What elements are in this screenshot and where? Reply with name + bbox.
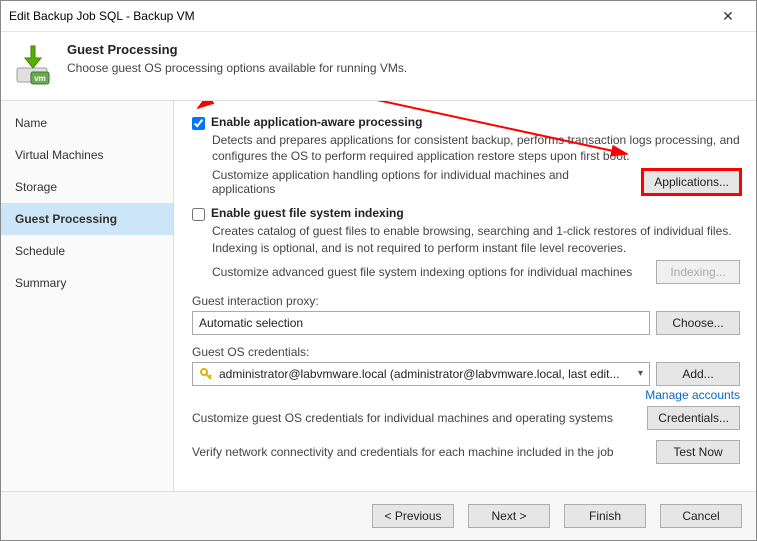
key-icon bbox=[199, 367, 213, 381]
dialog-window: Edit Backup Job SQL - Backup VM ✕ vm Gue… bbox=[0, 0, 757, 541]
sidebar-item-storage[interactable]: Storage bbox=[1, 171, 173, 203]
add-credentials-button[interactable]: Add... bbox=[656, 362, 740, 386]
sidebar-item-guest-processing[interactable]: Guest Processing bbox=[1, 203, 173, 235]
sidebar-item-summary[interactable]: Summary bbox=[1, 267, 173, 299]
proxy-field[interactable]: Automatic selection bbox=[192, 311, 650, 335]
verify-label: Verify network connectivity and credenti… bbox=[192, 445, 650, 459]
test-now-button[interactable]: Test Now bbox=[656, 440, 740, 464]
credentials-section: Guest OS credentials: administrator@labv… bbox=[192, 345, 740, 402]
sidebar-item-schedule[interactable]: Schedule bbox=[1, 235, 173, 267]
choose-proxy-button[interactable]: Choose... bbox=[656, 311, 740, 335]
page-title: Guest Processing bbox=[67, 42, 407, 57]
credentials-button[interactable]: Credentials... bbox=[647, 406, 740, 430]
wizard-header: vm Guest Processing Choose guest OS proc… bbox=[1, 32, 756, 100]
proxy-section: Guest interaction proxy: Automatic selec… bbox=[192, 294, 740, 335]
cancel-button[interactable]: Cancel bbox=[660, 504, 742, 528]
indexing-customize-label: Customize advanced guest file system ind… bbox=[212, 265, 650, 279]
svg-text:vm: vm bbox=[34, 74, 46, 83]
sidebar-item-name[interactable]: Name bbox=[1, 107, 173, 139]
close-icon[interactable]: ✕ bbox=[708, 8, 748, 25]
enable-app-aware-checkbox[interactable]: Enable application-aware processing bbox=[192, 115, 740, 130]
sidebar-item-virtual-machines[interactable]: Virtual Machines bbox=[1, 139, 173, 171]
proxy-label: Guest interaction proxy: bbox=[192, 294, 740, 308]
wizard-footer: < Previous Next > Finish Cancel bbox=[1, 491, 756, 540]
applications-button[interactable]: Applications... bbox=[643, 170, 740, 194]
page-subtitle: Choose guest OS processing options avail… bbox=[67, 61, 407, 75]
credentials-label: Guest OS credentials: bbox=[192, 345, 740, 359]
app-aware-section: Enable application-aware processing Dete… bbox=[192, 115, 740, 196]
previous-button[interactable]: < Previous bbox=[372, 504, 454, 528]
app-aware-customize-label: Customize application handling options f… bbox=[212, 168, 637, 196]
next-button[interactable]: Next > bbox=[468, 504, 550, 528]
finish-button[interactable]: Finish bbox=[564, 504, 646, 528]
enable-indexing-checkbox[interactable]: Enable guest file system indexing bbox=[192, 206, 740, 221]
guest-processing-icon: vm bbox=[13, 42, 57, 86]
wizard-sidebar: Name Virtual Machines Storage Guest Proc… bbox=[1, 101, 174, 491]
customize-credentials-label: Customize guest OS credentials for indiv… bbox=[192, 411, 641, 425]
window-title: Edit Backup Job SQL - Backup VM bbox=[9, 9, 708, 23]
content-panel: Enable application-aware processing Dete… bbox=[174, 101, 756, 491]
credentials-select[interactable]: administrator@labvmware.local (administr… bbox=[192, 362, 650, 386]
manage-accounts-link[interactable]: Manage accounts bbox=[645, 388, 740, 402]
indexing-section: Enable guest file system indexing Create… bbox=[192, 206, 740, 283]
indexing-description: Creates catalog of guest files to enable… bbox=[212, 223, 740, 255]
indexing-button: Indexing... bbox=[656, 260, 740, 284]
titlebar: Edit Backup Job SQL - Backup VM ✕ bbox=[1, 1, 756, 32]
app-aware-description: Detects and prepares applications for co… bbox=[212, 132, 740, 164]
